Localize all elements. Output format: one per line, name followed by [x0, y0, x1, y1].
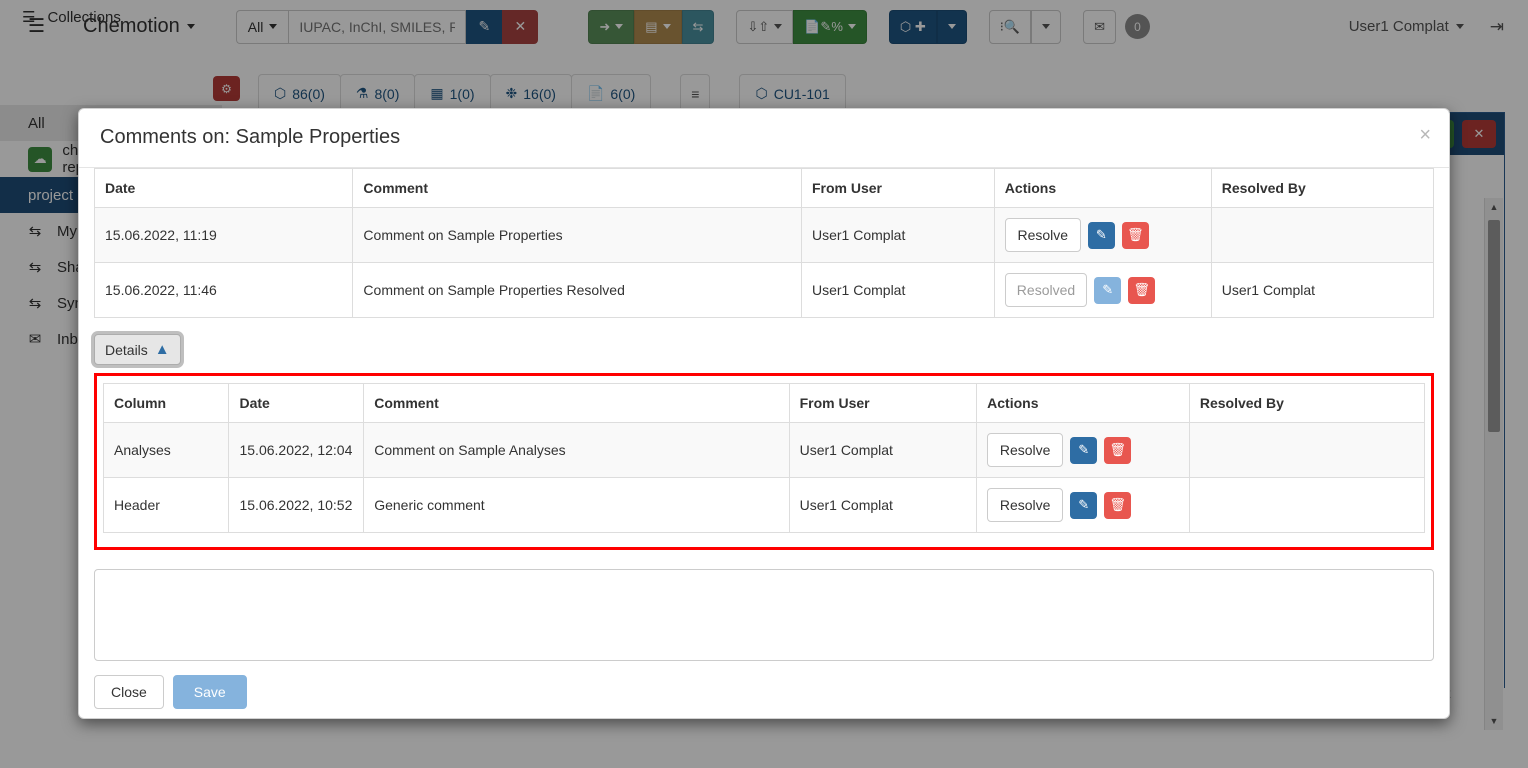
cell-actions: Resolve ✎ 🗑 — [994, 208, 1211, 263]
edit-icon[interactable]: ✎ — [1070, 492, 1097, 519]
resolve-button[interactable]: Resolve — [1005, 218, 1081, 252]
edit-icon[interactable]: ✎ — [1070, 437, 1097, 464]
comments-table: Date Comment From User Actions Resolved … — [94, 168, 1434, 318]
modal-footer: Close Save — [79, 661, 1449, 709]
trash-icon[interactable]: 🗑 — [1104, 492, 1131, 519]
column-header-comment: Comment — [364, 384, 789, 423]
resolve-button[interactable]: Resolve — [987, 488, 1063, 522]
cell-comment: Comment on Sample Properties — [353, 208, 802, 263]
column-header-comment: Comment — [353, 169, 802, 208]
cell-comment: Comment on Sample Analyses — [364, 423, 789, 478]
comments-modal: Comments on: Sample Properties × Date Co… — [78, 108, 1450, 719]
cell-resolved-by — [1189, 423, 1424, 478]
cell-date: 15.06.2022, 11:19 — [95, 208, 353, 263]
cell-actions: Resolve ✎ 🗑 — [977, 478, 1190, 533]
edit-icon[interactable]: ✎ — [1094, 277, 1121, 304]
column-header-from-user: From User — [789, 384, 977, 423]
edit-icon[interactable]: ✎ — [1088, 222, 1115, 249]
cell-date: 15.06.2022, 12:04 — [229, 423, 364, 478]
resolve-button[interactable]: Resolve — [987, 433, 1063, 467]
save-button[interactable]: Save — [173, 675, 247, 709]
details-section: Details ▲ Column Date Comment From User … — [94, 334, 1434, 550]
cell-actions: Resolved ✎ 🗑 — [994, 263, 1211, 318]
trash-icon[interactable]: 🗑 — [1122, 222, 1149, 249]
column-header-column: Column — [104, 384, 229, 423]
cell-from-user: User1 Complat — [789, 478, 977, 533]
new-comment-textarea[interactable] — [94, 569, 1434, 661]
cell-date: 15.06.2022, 11:46 — [95, 263, 353, 318]
cell-column: Analyses — [104, 423, 229, 478]
column-header-date: Date — [229, 384, 364, 423]
table-row: Header 15.06.2022, 10:52 Generic comment… — [104, 478, 1425, 533]
table-row: 15.06.2022, 11:46 Comment on Sample Prop… — [95, 263, 1434, 318]
column-header-actions: Actions — [977, 384, 1190, 423]
trash-icon[interactable]: 🗑 — [1104, 437, 1131, 464]
table-header-row: Column Date Comment From User Actions Re… — [104, 384, 1425, 423]
close-button[interactable]: Close — [94, 675, 164, 709]
modal-header: Comments on: Sample Properties × — [79, 109, 1449, 168]
resolved-button: Resolved — [1005, 273, 1087, 307]
table-header-row: Date Comment From User Actions Resolved … — [95, 169, 1434, 208]
modal-body: Date Comment From User Actions Resolved … — [79, 168, 1449, 661]
modal-title: Comments on: Sample Properties — [100, 126, 400, 149]
column-header-actions: Actions — [994, 169, 1211, 208]
table-row: Analyses 15.06.2022, 12:04 Comment on Sa… — [104, 423, 1425, 478]
cell-resolved-by: User1 Complat — [1211, 263, 1433, 318]
column-header-resolved-by: Resolved By — [1211, 169, 1433, 208]
table-row: 15.06.2022, 11:19 Comment on Sample Prop… — [95, 208, 1434, 263]
cell-from-user: User1 Complat — [801, 208, 994, 263]
cell-actions: Resolve ✎ 🗑 — [977, 423, 1190, 478]
cell-comment: Generic comment — [364, 478, 789, 533]
trash-icon[interactable]: 🗑 — [1128, 277, 1155, 304]
cell-column: Header — [104, 478, 229, 533]
column-header-resolved-by: Resolved By — [1189, 384, 1424, 423]
details-label: Details — [105, 342, 148, 358]
cell-resolved-by — [1189, 478, 1424, 533]
cell-comment: Comment on Sample Properties Resolved — [353, 263, 802, 318]
cell-resolved-by — [1211, 208, 1433, 263]
details-toggle-button[interactable]: Details ▲ — [94, 334, 181, 365]
cell-from-user: User1 Complat — [789, 423, 977, 478]
cell-from-user: User1 Complat — [801, 263, 994, 318]
details-table: Column Date Comment From User Actions Re… — [103, 383, 1425, 533]
chevron-up-icon: ▲ — [155, 342, 170, 357]
close-x-icon[interactable]: × — [1419, 125, 1431, 145]
column-header-date: Date — [95, 169, 353, 208]
details-highlight-box: Column Date Comment From User Actions Re… — [94, 373, 1434, 550]
cell-date: 15.06.2022, 10:52 — [229, 478, 364, 533]
column-header-from-user: From User — [801, 169, 994, 208]
